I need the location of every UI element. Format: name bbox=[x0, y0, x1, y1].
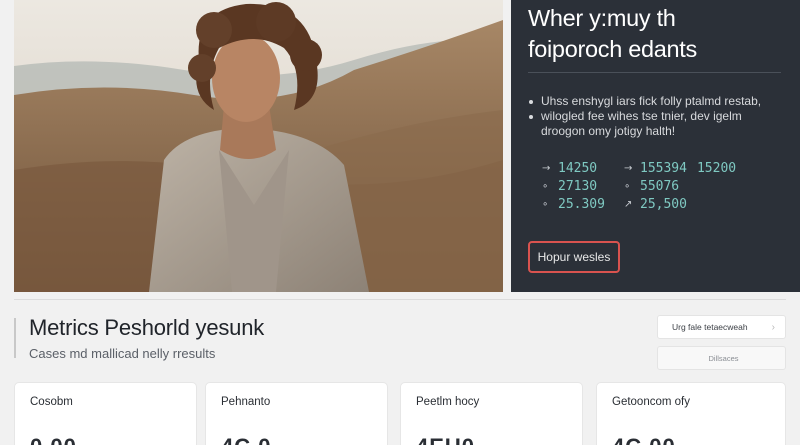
metric-card[interactable]: Cosobm 0,00 bbox=[14, 382, 197, 445]
ring-icon: ∘ bbox=[542, 198, 549, 210]
hero-title-line1: Wher y:muy th bbox=[528, 5, 676, 31]
chevron-right-icon: › bbox=[771, 321, 775, 333]
filter-dropdown-label: Urg fale tetaecweah bbox=[672, 322, 748, 332]
hero-bullet-list: Uhss enshygl iars fick folly ptalmd rest… bbox=[529, 94, 791, 139]
stat-row: → 14250 → 155394 15200 bbox=[542, 159, 772, 177]
ring-icon: ∘ bbox=[542, 180, 549, 192]
bullet-item: Uhss enshygl iars fick folly ptalmd rest… bbox=[529, 94, 791, 109]
arrow-right-icon: → bbox=[624, 162, 633, 174]
metric-card[interactable]: Peetlm hocy 4EU0 bbox=[400, 382, 583, 445]
stat-value: 55076 bbox=[640, 178, 680, 194]
card-title: Pehnanto bbox=[221, 396, 271, 408]
hero-title-line2: foiporoch edants bbox=[528, 36, 697, 62]
stat-value: 14250 bbox=[558, 160, 598, 176]
section-divider bbox=[14, 299, 786, 300]
stat-value: 25,500 bbox=[640, 196, 687, 212]
arrow-up-right-icon: ↗ bbox=[624, 198, 633, 210]
card-value: 4C,00 bbox=[612, 434, 770, 445]
stat-row: ∘ 27130 ∘ 55076 bbox=[542, 177, 772, 195]
stat-row: ∘ 25.309 ↗ 25,500 bbox=[542, 195, 772, 213]
title-accent-bar bbox=[14, 318, 16, 358]
bullet-item: droogon omy jotigy halth! bbox=[541, 124, 676, 138]
hero-divider bbox=[528, 72, 781, 73]
card-title: Peetlm hocy bbox=[416, 396, 480, 408]
stat-grid: → 14250 → 155394 15200 ∘ 27130 ∘ 55076 ∘… bbox=[542, 159, 772, 213]
secondary-button[interactable]: Dillsaces bbox=[657, 346, 786, 370]
hero-panel: Wher y:muy th foiporoch edants Uhss ensh… bbox=[511, 0, 800, 292]
page: Wher y:muy th foiporoch edants Uhss ensh… bbox=[0, 0, 800, 445]
card-title: Cosobm bbox=[30, 396, 73, 408]
metrics-subtitle: Cases md mallicad nelly rresults bbox=[29, 346, 216, 361]
stat-value: 27130 bbox=[558, 178, 598, 194]
stat-value: 15200 bbox=[696, 160, 737, 176]
stat-value: 25.309 bbox=[558, 196, 605, 212]
hero-title: Wher y:muy th foiporoch edants bbox=[528, 3, 790, 65]
hero-photo bbox=[14, 0, 503, 292]
card-value: 4C,0 bbox=[221, 434, 372, 445]
metrics-title: Metrics Peshorld yesunk bbox=[29, 315, 265, 340]
ring-icon: ∘ bbox=[624, 180, 631, 192]
card-value: 4EU0 bbox=[416, 434, 567, 445]
hero-cta-button[interactable]: Hopur wesles bbox=[528, 241, 620, 273]
filter-dropdown-button[interactable]: Urg fale tetaecweah › bbox=[657, 315, 786, 339]
metric-card[interactable]: Getooncom ofy 4C,00 bbox=[596, 382, 786, 445]
card-value: 0,00 bbox=[30, 434, 181, 445]
metric-card[interactable]: Pehnanto 4C,0 bbox=[205, 382, 388, 445]
stat-value: 155394 bbox=[640, 160, 687, 176]
arrow-right-icon: → bbox=[542, 162, 551, 174]
card-title: Getooncom ofy bbox=[612, 396, 690, 408]
bullet-item: wilogled fee wihes tse tnier, dev igelm bbox=[529, 109, 791, 124]
secondary-button-label: Dillsaces bbox=[708, 353, 739, 363]
